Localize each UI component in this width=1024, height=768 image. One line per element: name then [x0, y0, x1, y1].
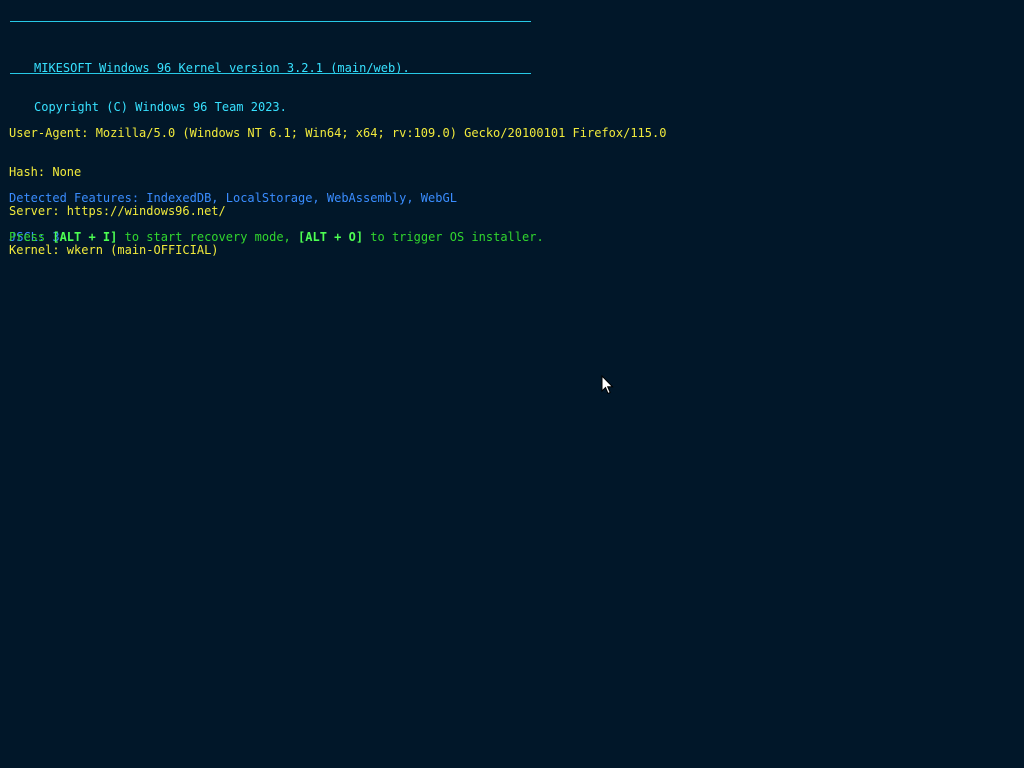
mouse-pointer-icon — [601, 375, 614, 395]
prompt-line: Press [ALT + I] to start recovery mode, … — [9, 231, 544, 244]
recovery-key-hint: [ALT + I] — [52, 230, 118, 244]
detected-features-line: Detected Features: IndexedDB, LocalStora… — [9, 191, 457, 205]
prompt-text-2: to start recovery mode, — [117, 230, 299, 244]
installer-key-hint: [ALT + O] — [298, 230, 364, 244]
banner-top-rule — [10, 21, 531, 22]
recovery-prompt: Press [ALT + I] to start recovery mode, … — [9, 205, 544, 270]
banner-bottom-rule — [10, 73, 531, 74]
boot-screen: MIKESOFT Windows 96 Kernel version 3.2.1… — [0, 0, 1024, 768]
user-agent-line: User-Agent: Mozilla/5.0 (Windows NT 6.1;… — [9, 126, 667, 140]
prompt-text-1: Press — [9, 230, 53, 244]
prompt-text-3: to trigger OS installer. — [363, 230, 544, 244]
